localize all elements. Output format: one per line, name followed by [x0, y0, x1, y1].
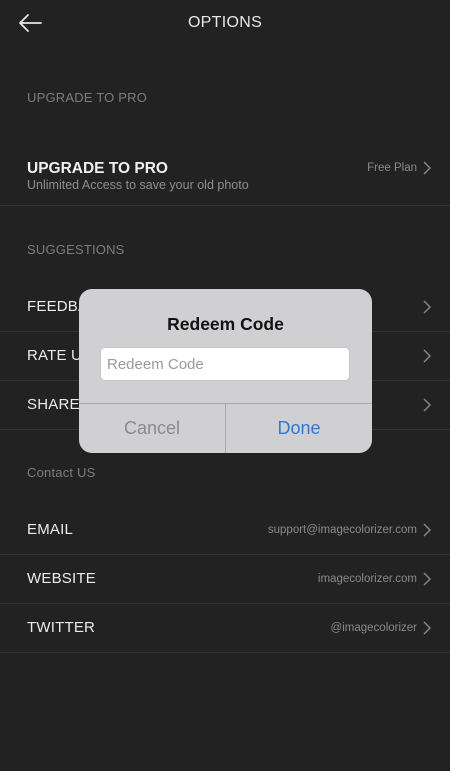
- row-label-share: SHARE: [27, 396, 80, 413]
- chevron-right-icon: [422, 349, 432, 363]
- section-header-suggestions: SUGGESTIONS: [27, 242, 125, 257]
- redeem-code-dialog: Redeem Code Cancel Done: [79, 289, 372, 453]
- section-header-contact: Contact US: [27, 465, 96, 480]
- page-title: OPTIONS: [187, 14, 263, 31]
- redeem-code-input[interactable]: [100, 347, 350, 381]
- options-screen: OPTIONS UPGRADE TO PRO UPGRADE TO PRO Un…: [0, 0, 450, 771]
- row-label-email: EMAIL: [27, 521, 74, 538]
- upgrade-row[interactable]: UPGRADE TO PRO Unlimited Access to save …: [0, 148, 450, 206]
- email-value: support@imagecolorizer.com: [267, 524, 417, 536]
- row-email[interactable]: EMAIL support@imagecolorizer.com: [0, 506, 450, 555]
- chevron-right-icon: [422, 161, 432, 175]
- row-label-website: WEBSITE: [27, 570, 96, 587]
- chevron-right-icon: [422, 523, 432, 537]
- chevron-right-icon: [422, 572, 432, 586]
- upgrade-title: UPGRADE TO PRO: [27, 160, 168, 177]
- website-value: imagecolorizer.com: [317, 573, 417, 585]
- cancel-button[interactable]: Cancel: [79, 404, 225, 453]
- done-button[interactable]: Done: [226, 404, 372, 453]
- upgrade-subtitle: Unlimited Access to save your old photo: [27, 178, 249, 192]
- chevron-right-icon: [422, 300, 432, 314]
- chevron-right-icon: [422, 621, 432, 635]
- row-website[interactable]: WEBSITE imagecolorizer.com: [0, 555, 450, 604]
- section-header-upgrade: UPGRADE TO PRO: [27, 90, 148, 105]
- row-label-twitter: TWITTER: [27, 619, 96, 636]
- plan-status: Free Plan: [367, 162, 417, 174]
- chevron-right-icon: [422, 398, 432, 412]
- twitter-value: @imagecolorizer: [330, 622, 417, 634]
- dialog-title: Redeem Code: [167, 314, 284, 334]
- header: OPTIONS: [0, 0, 450, 46]
- row-twitter[interactable]: TWITTER @imagecolorizer: [0, 604, 450, 653]
